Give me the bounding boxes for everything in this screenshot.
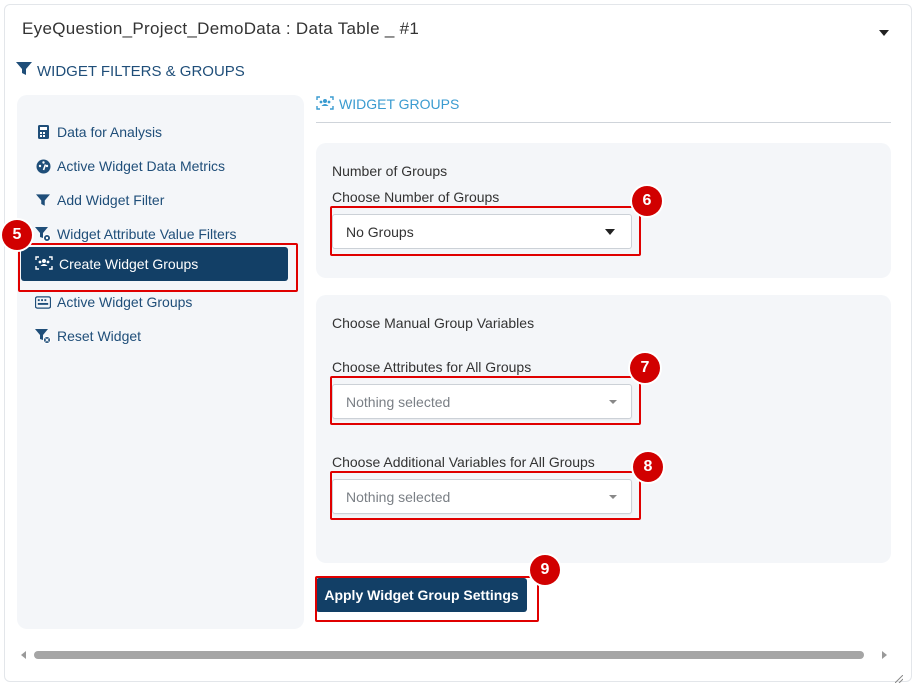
- number-of-groups-select[interactable]: No Groups: [332, 214, 632, 249]
- tab-divider: [316, 122, 891, 123]
- sidebar-item-label: Active Widget Groups: [57, 294, 193, 310]
- additional-variables-select[interactable]: Nothing selected: [332, 479, 632, 514]
- sidebar-item-label: Create Widget Groups: [59, 256, 199, 272]
- sidebar-item-label: Data for Analysis: [57, 124, 163, 140]
- filters-section-title: WIDGET FILTERS & GROUPS: [37, 62, 245, 80]
- manual-groups-title: Choose Manual Group Variables: [332, 315, 535, 331]
- sidebar-item-reset-widget[interactable]: Reset Widget: [35, 323, 141, 349]
- keyboard-icon: [35, 294, 51, 310]
- chevron-down-icon: [609, 495, 617, 499]
- step-badge-5: 5: [2, 220, 32, 250]
- sidebar-item-data-for-analysis[interactable]: Data for Analysis: [35, 119, 162, 145]
- sidebar-item-label: Widget Attribute Value Filters: [57, 226, 237, 242]
- scrollbar-thumb[interactable]: [34, 651, 864, 659]
- scroll-right-arrow-icon[interactable]: [882, 651, 887, 659]
- additional-variables-label: Choose Additional Variables for All Grou…: [332, 454, 595, 470]
- step-badge-9: 9: [530, 555, 560, 585]
- horizontal-scrollbar[interactable]: [16, 648, 896, 662]
- chevron-down-icon: [605, 229, 615, 235]
- sidebar-item-label: Reset Widget: [57, 328, 142, 344]
- sidebar-item-label: Add Widget Filter: [57, 192, 165, 208]
- number-of-groups-title: Number of Groups: [332, 163, 448, 179]
- sidebar-item-create-widget-groups[interactable]: Create Widget Groups: [21, 247, 288, 281]
- chevron-down-icon: [609, 400, 617, 404]
- manual-group-variables-card: Choose Manual Group Variables Choose Att…: [316, 295, 891, 563]
- filter-reset-icon: [35, 328, 51, 344]
- number-of-groups-card: Number of Groups Choose Number of Groups…: [316, 143, 891, 278]
- step-badge-6: 6: [632, 186, 662, 216]
- widget-sidebar: Data for Analysis Active Widget Data Met…: [17, 95, 304, 629]
- filters-section-heading: WIDGET FILTERS & GROUPS: [16, 61, 245, 81]
- resize-grip-icon[interactable]: [894, 670, 904, 684]
- apply-widget-group-settings-button[interactable]: Apply Widget Group Settings: [316, 578, 527, 612]
- filter-icon: [16, 62, 32, 80]
- sidebar-item-active-widget-data-metrics[interactable]: Active Widget Data Metrics: [35, 153, 225, 179]
- step-badge-8: 8: [633, 452, 663, 482]
- panel-title: EyeQuestion_Project_DemoData : Data Tabl…: [22, 19, 420, 38]
- tab-widget-groups[interactable]: WIDGET GROUPS: [316, 94, 459, 114]
- users-icon: [316, 95, 334, 113]
- attributes-label: Choose Attributes for All Groups: [332, 359, 532, 375]
- scroll-left-arrow-icon[interactable]: [21, 651, 26, 659]
- sidebar-item-widget-attribute-value-filters[interactable]: Widget Attribute Value Filters: [35, 221, 236, 247]
- gauge-icon: [35, 158, 51, 174]
- collapse-caret-icon[interactable]: [879, 30, 889, 36]
- step-badge-7: 7: [630, 353, 660, 383]
- users-icon: [35, 255, 53, 273]
- sidebar-item-active-widget-groups[interactable]: Active Widget Groups: [35, 289, 192, 315]
- sidebar-item-label: Active Widget Data Metrics: [57, 158, 226, 174]
- select-value: Nothing selected: [346, 393, 451, 410]
- attributes-select[interactable]: Nothing selected: [332, 384, 632, 419]
- select-value: No Groups: [346, 223, 414, 240]
- calculator-icon: [35, 124, 51, 140]
- filter-gear-icon: [35, 226, 51, 242]
- tab-label: WIDGET GROUPS: [339, 96, 460, 112]
- number-of-groups-label: Choose Number of Groups: [332, 189, 500, 205]
- filter-icon: [35, 192, 51, 208]
- sidebar-item-add-widget-filter[interactable]: Add Widget Filter: [35, 187, 164, 213]
- select-value: Nothing selected: [346, 488, 451, 505]
